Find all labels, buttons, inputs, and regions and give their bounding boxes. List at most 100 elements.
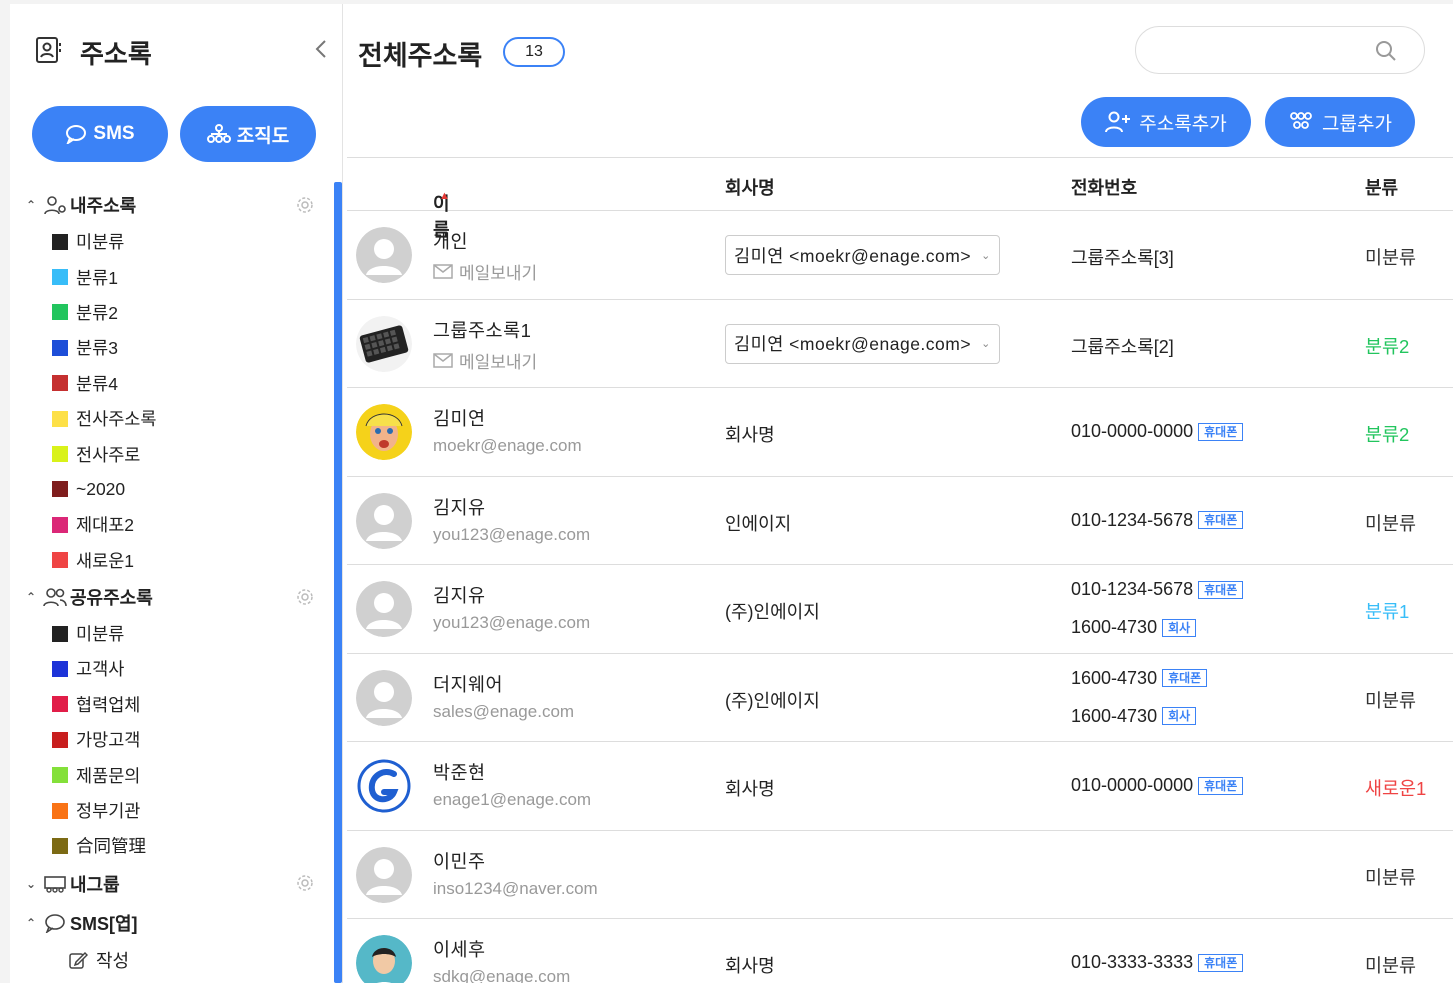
person-icon bbox=[40, 195, 70, 215]
contact-email[interactable]: moekr@enage.com bbox=[433, 436, 582, 456]
contact-name[interactable]: 김지유 bbox=[433, 582, 486, 608]
category-label: 미분류 bbox=[76, 232, 125, 253]
color-swatch bbox=[52, 767, 68, 784]
sms-group[interactable]: ⌃ SMS[엽] bbox=[22, 904, 324, 942]
search-icon[interactable] bbox=[1374, 39, 1398, 63]
table-row[interactable]: 김지유 you123@enage.com 인에이지 010-1234-5678 휴대폰 미… bbox=[347, 477, 1453, 565]
category-item[interactable]: 전사주로 bbox=[22, 436, 324, 471]
table-row[interactable]: 그룹주소록1 메일보내기 김미연 <moekr@enage.com> ⌄ 그룹주소록[2… bbox=[347, 300, 1453, 388]
send-mail-link[interactable]: 메일보내기 bbox=[433, 259, 537, 284]
category-item[interactable]: 분류4 bbox=[22, 366, 324, 401]
sms-write-item[interactable]: 작성 bbox=[22, 942, 324, 978]
color-swatch bbox=[52, 696, 68, 713]
table-row[interactable]: 김미연 moekr@enage.com 회사명 010-0000-0000 휴대폰 분류2 bbox=[347, 388, 1453, 477]
contact-email[interactable]: you123@enage.com bbox=[433, 613, 590, 633]
contact-email[interactable]: you123@enage.com bbox=[433, 525, 590, 545]
table-row[interactable]: 이민주 inso1234@naver.com 미분류 bbox=[347, 831, 1453, 919]
phone-type-badge: 회사 bbox=[1162, 618, 1197, 637]
search-box[interactable] bbox=[1135, 26, 1425, 74]
add-person-icon bbox=[1105, 111, 1131, 133]
contact-name[interactable]: 박준현 bbox=[433, 759, 486, 785]
sender-select[interactable]: 김미연 <moekr@enage.com> ⌄ bbox=[725, 235, 1000, 275]
sub-text: 메일보내기 bbox=[459, 264, 538, 283]
gear-icon[interactable] bbox=[296, 588, 314, 606]
my-group[interactable]: ⌄ 내그룹 bbox=[22, 864, 324, 904]
category-item[interactable]: 제품문의 bbox=[22, 757, 324, 792]
color-swatch bbox=[52, 802, 68, 819]
phone-type-badge: 휴대폰 bbox=[1198, 580, 1244, 599]
phone-type-badge: 휴대폰 bbox=[1198, 776, 1244, 795]
caret-up-icon: ⌃ bbox=[25, 198, 37, 212]
contact-email[interactable]: inso1234@naver.com bbox=[433, 879, 598, 899]
category-label: 협력업체 bbox=[76, 694, 141, 715]
category-item[interactable]: ~2020 bbox=[22, 472, 324, 507]
category-item[interactable]: 분류3 bbox=[22, 330, 324, 365]
category-item[interactable]: 가망고객 bbox=[22, 722, 324, 757]
group-count[interactable]: 그룹주소록[3] bbox=[1071, 244, 1174, 270]
table-row[interactable]: 김지유 you123@enage.com (주)인에이지 010-1234-5678 휴… bbox=[347, 565, 1453, 654]
table-row[interactable]: 박준현 enage1@enage.com 회사명 010-0000-0000 휴대폰 새로… bbox=[347, 742, 1453, 831]
contact-name[interactable]: 이민주 bbox=[433, 848, 486, 874]
sidebar-scrollbar[interactable] bbox=[334, 182, 342, 983]
category-item[interactable]: 미분류 bbox=[22, 616, 324, 651]
sms-button[interactable]: SMS bbox=[32, 106, 168, 162]
phone-value: 010-0000-0000 bbox=[1071, 421, 1194, 441]
contact-email[interactable]: sdkg@enage.com bbox=[433, 967, 570, 983]
sidebar-header: 주소록 bbox=[34, 34, 152, 71]
gear-icon[interactable] bbox=[296, 874, 314, 892]
category-item[interactable]: 제대포2 bbox=[22, 507, 324, 542]
category-item[interactable]: 정부기관 bbox=[22, 793, 324, 828]
category-label: 미분류 bbox=[1365, 866, 1417, 888]
phone-value: 010-1234-5678 bbox=[1071, 579, 1194, 599]
table-row[interactable]: 더지웨어 sales@enage.com (주)인에이지 1600-4730 휴대폰 16… bbox=[347, 654, 1453, 742]
search-input[interactable] bbox=[1156, 37, 1356, 63]
contact-name[interactable]: 더지웨어 bbox=[433, 671, 503, 697]
add-group-button[interactable]: 그룹추가 bbox=[1265, 97, 1415, 147]
contact-name[interactable]: 개인 bbox=[433, 228, 468, 254]
category-label: 미분류 bbox=[1365, 247, 1417, 268]
category-item[interactable]: 미분류 bbox=[22, 224, 324, 259]
phone-type-badge: 휴대폰 bbox=[1198, 953, 1244, 972]
phone-number: 1600-4730 휴대폰 bbox=[1071, 668, 1208, 689]
my-category-list: 미분류분류1 분류2 분류3 분류4 전사주소록 전사주로 ~2020 제대포2 새로운1 bbox=[22, 224, 324, 578]
shared-addressbook-group[interactable]: ⌃ 공유주소록 bbox=[22, 578, 324, 616]
my-addressbook-group[interactable]: ⌃ 내주소록 bbox=[22, 186, 324, 224]
category-item[interactable]: 분류2 bbox=[22, 295, 324, 330]
mail-icon bbox=[433, 352, 453, 368]
phone-number: 1600-4730 회사 bbox=[1071, 617, 1197, 638]
column-phone-header: 전화번호 bbox=[1071, 178, 1138, 198]
table-row[interactable]: 이세후 sdkg@enage.com 회사명 010-3333-3333 휴대폰 미분류 bbox=[347, 919, 1453, 983]
color-swatch bbox=[52, 552, 68, 569]
sender-select[interactable]: 김미연 <moekr@enage.com> ⌄ bbox=[725, 323, 1000, 364]
category-label: 정부기관 bbox=[76, 801, 141, 822]
gear-icon[interactable] bbox=[296, 196, 314, 214]
sender-value: 김미연 <moekr@enage.com> bbox=[734, 334, 972, 354]
contact-name[interactable]: 김지유 bbox=[433, 494, 486, 520]
column-category-header: 분류 bbox=[1365, 178, 1399, 198]
category-item[interactable]: 협력업체 bbox=[22, 687, 324, 722]
contact-name[interactable]: 김미연 bbox=[433, 405, 486, 431]
add-contact-button[interactable]: 주소록추가 bbox=[1081, 97, 1251, 147]
contact-name[interactable]: 그룹주소록1 bbox=[433, 317, 531, 343]
avatar bbox=[356, 581, 412, 637]
category-item[interactable]: 고객사 bbox=[22, 651, 324, 686]
category-label: 合同管理 bbox=[76, 836, 146, 857]
send-mail-link[interactable]: 메일보내기 bbox=[433, 348, 537, 373]
contact-name[interactable]: 이세후 bbox=[433, 936, 486, 962]
table-row[interactable]: 개인메일보내기 김미연 <moekr@enage.com> ⌄ 그룹주소록[3] 미분류 bbox=[347, 211, 1453, 300]
category-item[interactable]: 분류1 bbox=[22, 259, 324, 294]
company-name: (주)인에이지 bbox=[725, 602, 820, 622]
add-group-label: 그룹추가 bbox=[1322, 113, 1392, 135]
contact-email[interactable]: enage1@enage.com bbox=[433, 790, 591, 810]
category-item[interactable]: 새로운1 bbox=[22, 543, 324, 578]
group-count[interactable]: 그룹주소록[2] bbox=[1071, 333, 1174, 359]
shared-addressbook-label: 공유주소록 bbox=[70, 587, 153, 608]
category-label: 분류2 bbox=[1365, 424, 1410, 445]
phone-type-badge: 휴대폰 bbox=[1198, 422, 1244, 441]
category-item[interactable]: 合同管理 bbox=[22, 828, 324, 863]
org-chart-button[interactable]: 조직도 bbox=[180, 106, 316, 162]
category-item[interactable]: 전사주소록 bbox=[22, 401, 324, 436]
collapse-sidebar-button[interactable] bbox=[314, 38, 328, 67]
contact-email[interactable]: sales@enage.com bbox=[433, 702, 574, 722]
color-swatch bbox=[52, 660, 68, 677]
